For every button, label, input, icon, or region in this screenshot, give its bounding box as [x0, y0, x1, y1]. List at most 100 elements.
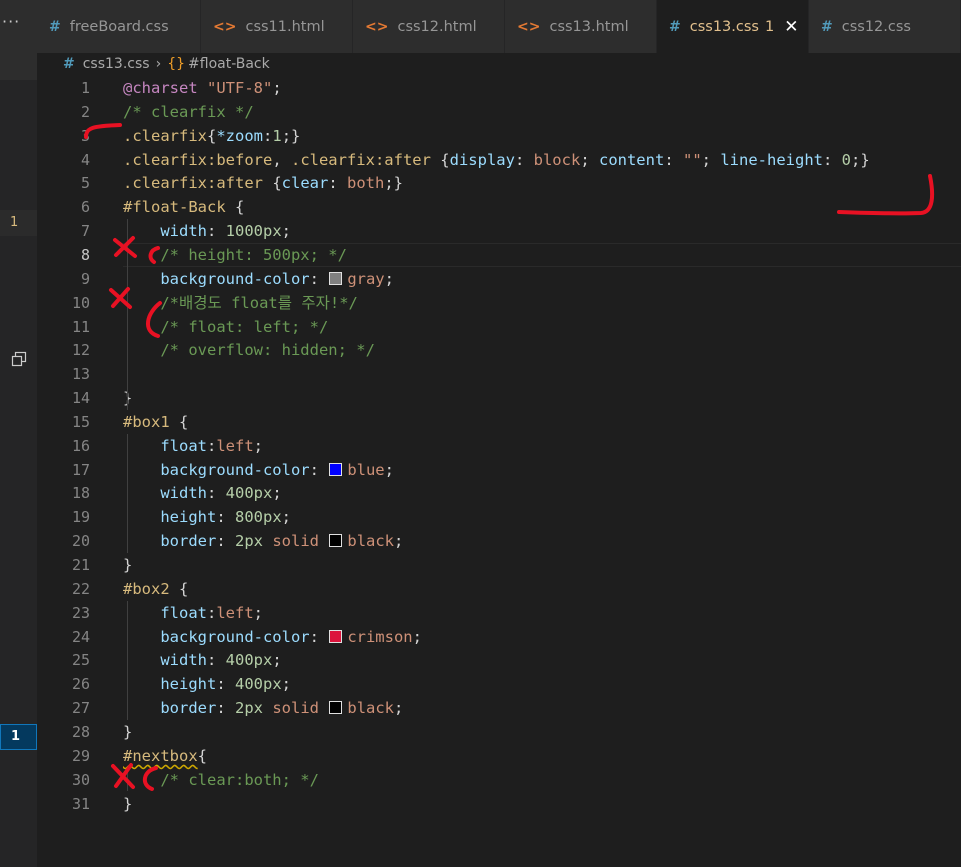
- code-token: 1000px: [225, 222, 282, 241]
- color-swatch[interactable]: [329, 271, 343, 285]
- breadcrumb-symbol[interactable]: #float-Back: [188, 56, 270, 72]
- code-line[interactable]: 6 #float-Back {: [37, 195, 961, 219]
- problem-count-badge[interactable]: 1: [0, 210, 37, 236]
- code-text: border: 2px solid black;: [123, 696, 403, 720]
- code-line[interactable]: 5 .clearfix:after {clear: both;}: [37, 171, 961, 195]
- code-line[interactable]: 25 width: 400px;: [37, 648, 961, 672]
- line-number: 8: [80, 245, 90, 264]
- code-token: .clearfix:after: [123, 174, 263, 193]
- code-token: 400px: [225, 484, 273, 503]
- breadcrumb: # css13.css › {} #float-Back: [37, 53, 961, 75]
- line-number: 7: [80, 222, 90, 241]
- code-line[interactable]: 9 background-color: gray;: [37, 267, 961, 291]
- close-icon[interactable]: ✕: [784, 17, 798, 37]
- code-line[interactable]: 20 border: 2px solid black;: [37, 529, 961, 553]
- code-line[interactable]: 1 @charset "UTF-8";: [37, 76, 961, 100]
- color-swatch[interactable]: [329, 534, 343, 548]
- code-token: }: [123, 556, 133, 574]
- code-line[interactable]: 7 width: 1000px;: [37, 219, 961, 243]
- code-line[interactable]: 14}: [37, 386, 961, 410]
- line-number: 26: [71, 675, 90, 694]
- code-token: ;: [412, 627, 422, 646]
- line-number: 2: [80, 102, 90, 121]
- line-number: 31: [71, 794, 90, 813]
- code-line[interactable]: 12 /* overflow: hidden; */: [37, 338, 961, 362]
- code-token: height: [160, 675, 217, 694]
- code-line[interactable]: 2 /* clearfix */: [37, 100, 961, 124]
- tab-freeBoard-css[interactable]: # freeBoard.css: [37, 0, 201, 53]
- code-token: black: [347, 532, 395, 551]
- code-line[interactable]: 15 #box1 {: [37, 410, 961, 434]
- code-line[interactable]: 27 border: 2px solid black;: [37, 696, 961, 720]
- code-line[interactable]: 8 /* height: 500px; */: [37, 242, 961, 267]
- code-text: background-color: gray;: [123, 267, 394, 291]
- code-text: #nextbox{: [123, 744, 207, 768]
- breadcrumb-file[interactable]: css13.css: [83, 56, 150, 72]
- code-line[interactable]: 26 height: 400px;: [37, 672, 961, 696]
- code-token: ;: [384, 269, 394, 288]
- tab-css12-html[interactable]: <> css12.html: [353, 0, 505, 53]
- color-swatch[interactable]: [329, 629, 343, 643]
- color-swatch[interactable]: [329, 462, 343, 476]
- code-line[interactable]: 29 #nextbox{: [37, 744, 961, 768]
- code-token: display: [449, 150, 515, 169]
- code-line[interactable]: 11 /* float: left; */: [37, 315, 961, 339]
- line-number: 21: [71, 556, 90, 574]
- code-token: /* clearfix */: [123, 102, 254, 121]
- code-token: {: [262, 174, 282, 193]
- selected-problem-badge[interactable]: 1: [0, 724, 37, 750]
- code-token: ;: [394, 699, 404, 718]
- code-line[interactable]: 31}: [37, 792, 961, 816]
- css-file-icon: #: [821, 18, 833, 35]
- code-line[interactable]: 21}: [37, 553, 961, 577]
- code-line[interactable]: 13: [37, 362, 961, 386]
- code-line[interactable]: 23 float:left;: [37, 601, 961, 625]
- symbol-selector-icon: {}: [167, 56, 186, 72]
- code-token: width: [160, 484, 207, 503]
- indent-guide: [127, 600, 128, 720]
- code-text: }: [123, 553, 132, 577]
- code-line[interactable]: 30 /* clear:both; */: [37, 768, 961, 792]
- code-line[interactable]: 17 background-color: blue;: [37, 458, 961, 482]
- code-line[interactable]: 22 #box2 {: [37, 577, 961, 601]
- code-token: ;}: [851, 150, 870, 169]
- code-token: left: [216, 603, 254, 622]
- line-number: 5: [80, 174, 90, 193]
- code-line[interactable]: 18 width: 400px;: [37, 481, 961, 505]
- code-text: /*배경도 float를 주자!*/: [123, 291, 358, 315]
- code-line[interactable]: 4 .clearfix:before, .clearfix:after {disp…: [37, 148, 961, 172]
- code-line[interactable]: 10 /*배경도 float를 주자!*/: [37, 291, 961, 315]
- code-token: block: [533, 150, 581, 169]
- code-token: background-color: [160, 269, 310, 288]
- code-line[interactable]: 3 .clearfix{*zoom:1;}: [37, 124, 961, 148]
- code-editor[interactable]: 1 @charset "UTF-8"; 2 /* clearfix */ 3 .clear…: [37, 76, 961, 867]
- code-token: :: [822, 150, 842, 169]
- more-actions-icon[interactable]: ···: [0, 12, 39, 31]
- tab-css11-html[interactable]: <> css11.html: [201, 0, 353, 53]
- tab-css12-css[interactable]: # css12.css: [809, 0, 961, 53]
- code-line[interactable]: 24 background-color: crimson;: [37, 625, 961, 649]
- tab-css13-html[interactable]: <> css13.html: [505, 0, 657, 53]
- code-token: ;}: [281, 126, 301, 145]
- code-token: :: [664, 150, 683, 169]
- tab-problem-count: 1: [764, 18, 775, 35]
- code-line[interactable]: 19 height: 800px;: [37, 505, 961, 529]
- code-text: #box1 {: [123, 410, 188, 434]
- code-token: .clearfix: [123, 126, 207, 145]
- tab-css13-css[interactable]: # css13.css 1 ✕: [657, 0, 809, 53]
- code-token: black: [347, 699, 395, 718]
- code-line[interactable]: 28}: [37, 720, 961, 744]
- color-swatch[interactable]: [329, 701, 343, 715]
- line-number: 11: [71, 317, 90, 336]
- restore-window-icon[interactable]: [11, 351, 27, 367]
- code-line[interactable]: 16 float:left;: [37, 434, 961, 458]
- code-token: 400px: [225, 651, 273, 670]
- line-number: 14: [71, 389, 90, 408]
- line-number: 6: [80, 198, 90, 217]
- code-text: /* height: 500px; */: [123, 243, 347, 267]
- code-text: float:left;: [123, 434, 263, 458]
